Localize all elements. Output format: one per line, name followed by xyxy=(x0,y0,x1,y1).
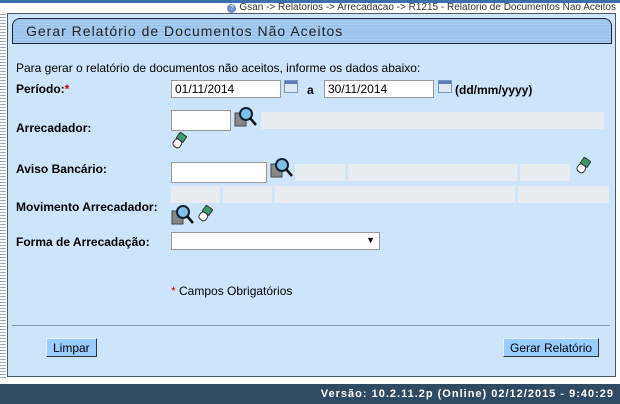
chevron-down-icon: ▼ xyxy=(366,235,375,245)
movimento-field-1 xyxy=(171,186,220,203)
movimento-field-2 xyxy=(223,186,272,203)
periodo-label: Período:* xyxy=(16,82,69,96)
help-icon[interactable]: ? xyxy=(227,4,237,13)
required-star: * xyxy=(64,82,70,96)
arrecadador-input[interactable] xyxy=(171,110,231,131)
breadcrumb-text: Gsan -> Relatorios -> Arrecadacao -> R12… xyxy=(239,2,616,13)
divider xyxy=(12,325,610,326)
periodo-start-input[interactable] xyxy=(171,80,281,98)
date-format-hint: (dd/mm/yyyy) xyxy=(455,83,533,97)
calendar-icon[interactable] xyxy=(438,80,452,93)
periodo-label-text: Período: xyxy=(16,82,65,96)
forma-select[interactable]: ▼ xyxy=(171,232,380,250)
footer: Versão: 10.2.11.2p (Online) 02/12/2015 -… xyxy=(0,384,620,404)
movimento-field-4 xyxy=(518,186,609,203)
version-text: Versão: 10.2.11.2p (Online) 02/12/2015 -… xyxy=(320,388,614,400)
search-icon[interactable] xyxy=(234,106,258,128)
forma-label: Forma de Arrecadação: xyxy=(16,235,150,249)
movimento-field-3 xyxy=(275,186,515,203)
intro-text: Para gerar o relatório de documentos não… xyxy=(16,61,421,75)
aviso-label: Aviso Bancário: xyxy=(16,162,107,176)
breadcrumb: ? Gsan -> Relatorios -> Arrecadacao -> R1… xyxy=(227,2,616,13)
required-note: * Campos Obrigatórios xyxy=(171,284,292,298)
aviso-field-1 xyxy=(295,164,345,181)
search-icon[interactable] xyxy=(171,204,195,226)
generate-report-button[interactable]: Gerar Relatório xyxy=(503,338,600,357)
aviso-input[interactable] xyxy=(171,162,267,183)
clear-button[interactable]: Limpar xyxy=(46,338,97,357)
movimento-label: Movimento Arrecadador: xyxy=(16,200,158,214)
calendar-icon[interactable] xyxy=(284,80,298,93)
periodo-end-input[interactable] xyxy=(324,80,434,98)
aviso-field-2 xyxy=(348,164,517,181)
page-title: Gerar Relatório de Documentos Não Aceito… xyxy=(26,23,344,39)
eraser-icon[interactable] xyxy=(171,132,187,150)
search-icon[interactable] xyxy=(270,157,294,179)
aviso-field-3 xyxy=(520,164,570,181)
required-note-text: Campos Obrigatórios xyxy=(175,284,293,298)
arrecadador-label: Arrecadador: xyxy=(16,121,92,135)
eraser-icon[interactable] xyxy=(575,157,591,175)
periodo-separator: a xyxy=(307,83,314,97)
arrecadador-description xyxy=(261,112,604,129)
left-decoration xyxy=(0,12,6,378)
eraser-icon[interactable] xyxy=(197,205,213,223)
panel-header: Gerar Relatório de Documentos Não Aceito… xyxy=(12,18,612,44)
